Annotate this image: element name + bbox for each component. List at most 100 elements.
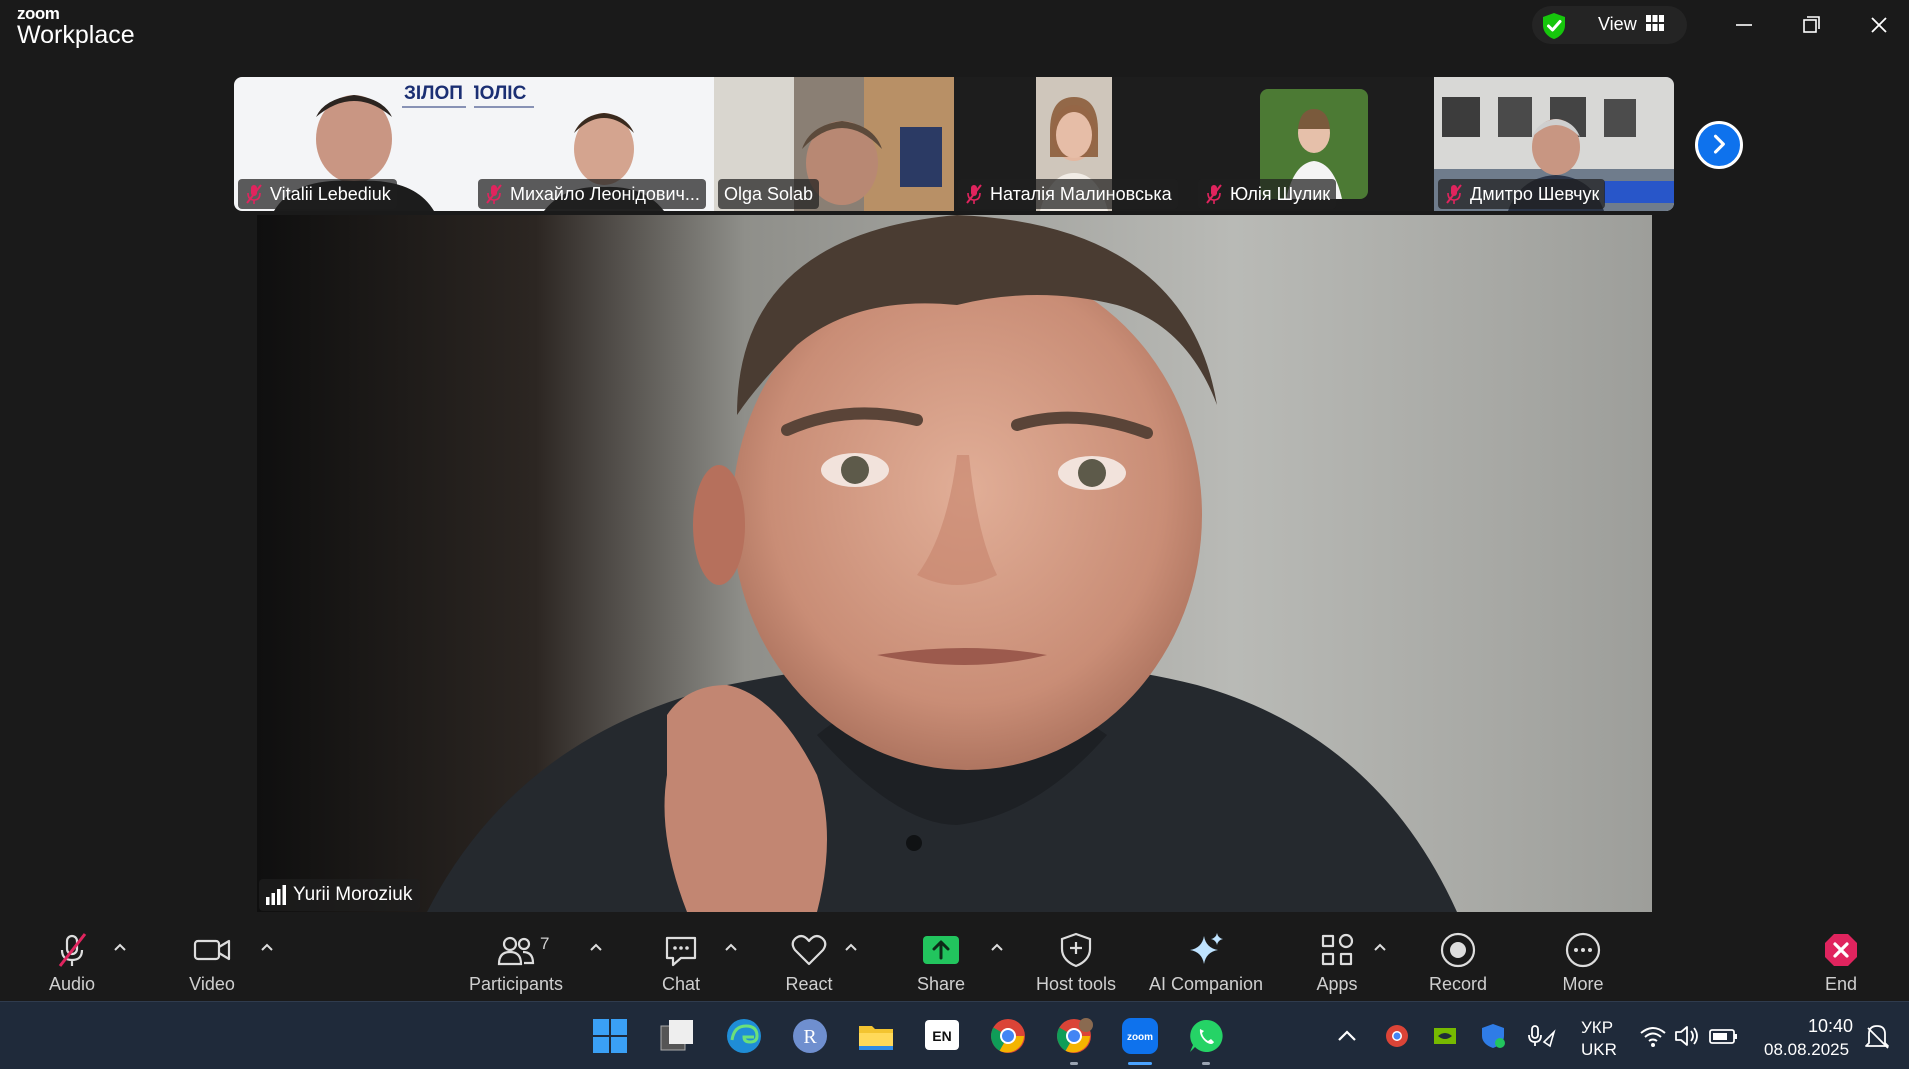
running-indicator — [1202, 1062, 1210, 1065]
windows-start-icon[interactable] — [590, 1016, 630, 1056]
video-options-chevron-icon[interactable] — [260, 942, 274, 952]
wifi-icon[interactable] — [1636, 1016, 1670, 1056]
chat-icon — [665, 936, 697, 967]
file-explorer-icon[interactable] — [856, 1016, 896, 1056]
chrome-profile-icon[interactable] — [1054, 1016, 1094, 1056]
running-indicator — [1070, 1062, 1078, 1065]
zoom-app-icon[interactable]: zoom — [1120, 1016, 1160, 1056]
task-view-icon[interactable] — [657, 1016, 697, 1056]
share-options-chevron-icon[interactable] — [990, 942, 1004, 952]
participants-count: 7 — [540, 934, 550, 953]
nvidia-tray-icon[interactable] — [1428, 1016, 1462, 1056]
audio-button[interactable]: Audio — [36, 930, 108, 1000]
speaker-video-frame — [257, 215, 1652, 912]
app-logo: zoom Workplace — [17, 5, 135, 48]
more-button[interactable]: More — [1548, 930, 1618, 1000]
participant-name-tag: Наталія Малиновська — [958, 179, 1178, 209]
participant-name: Михайло Леонідович... — [510, 184, 700, 204]
keyboard-lang-app-icon[interactable]: EN — [922, 1016, 962, 1056]
audio-label: Audio — [48, 974, 96, 994]
participant-name-tag: Vitalii Lebediuk — [238, 179, 397, 209]
zoom-meeting-window: zoom Workplace View ЗІЛОП Vitalii Lebedi… — [0, 0, 1909, 1069]
apps-options-chevron-icon[interactable] — [1373, 942, 1387, 952]
video-label: Video — [189, 974, 235, 994]
restore-icon[interactable] — [1791, 10, 1831, 40]
next-page-button[interactable] — [1695, 121, 1743, 169]
clock-time[interactable]: 10:40 — [1808, 1016, 1853, 1037]
input-language-top[interactable]: УКР — [1581, 1018, 1613, 1038]
end-icon — [1825, 934, 1857, 966]
active-speaker-name: Yurii Moroziuk — [293, 884, 413, 905]
apps-button[interactable]: Apps — [1302, 930, 1372, 1000]
apps-label: Apps — [1316, 974, 1358, 994]
clock-date[interactable]: 08.08.2025 — [1764, 1040, 1849, 1060]
edge-browser-icon[interactable] — [724, 1016, 764, 1056]
share-label: Share — [916, 974, 966, 994]
participant-name: Olga Solab — [724, 184, 814, 204]
end-meeting-button[interactable]: End — [1806, 930, 1876, 1000]
participant-name: Дмитро Шевчук — [1470, 184, 1600, 204]
security-tray-icon[interactable] — [1476, 1016, 1510, 1056]
whatsapp-icon[interactable] — [1186, 1016, 1226, 1056]
grid-icon[interactable] — [1646, 15, 1664, 31]
participant-name: Наталія Малиновська — [990, 184, 1172, 204]
participant-name: Юлія Шулик — [1230, 184, 1331, 204]
record-icon — [1440, 932, 1476, 968]
participants-options-chevron-icon[interactable] — [589, 942, 603, 952]
participant-tile[interactable]: ЗІЛОП Vitalii Lebediuk — [234, 77, 474, 211]
encryption-shield-icon[interactable] — [1541, 12, 1567, 40]
react-button[interactable]: React — [774, 930, 844, 1000]
ai-companion-button[interactable]: AI Companion — [1144, 930, 1268, 1000]
record-label: Record — [1428, 974, 1488, 994]
active-speaker-name-tag: Yurii Moroziuk — [259, 879, 421, 911]
view-label[interactable]: View — [1598, 14, 1637, 35]
notifications-icon[interactable] — [1860, 1016, 1894, 1056]
zoom-badge: zoom — [1127, 1032, 1153, 1043]
more-label: More — [1562, 974, 1604, 994]
minimize-icon[interactable] — [1724, 10, 1764, 40]
participants-button[interactable]: Participants — [466, 930, 566, 1000]
chrome-icon[interactable] — [988, 1016, 1028, 1056]
banner-text-left: ЗІЛОП — [404, 83, 463, 104]
muted-mic-icon — [966, 184, 982, 204]
meeting-toolbar: Audio Video Participants 7 Chat React Sh… — [0, 912, 1909, 1001]
battery-icon[interactable] — [1706, 1016, 1740, 1056]
participant-name: Vitalii Lebediuk — [270, 184, 391, 204]
muted-mic-icon — [486, 184, 502, 204]
share-button[interactable]: Share — [906, 930, 976, 1000]
banner-text-right: ПОЛІС — [474, 83, 527, 104]
participant-name-tag: Юлія Шулик — [1198, 179, 1337, 209]
participants-label: Participants — [468, 974, 564, 994]
chrome-tray-icon[interactable] — [1380, 1016, 1414, 1056]
active-indicator — [1128, 1062, 1152, 1065]
chat-options-chevron-icon[interactable] — [724, 942, 738, 952]
chat-button[interactable]: Chat — [646, 930, 716, 1000]
shield-icon — [1060, 932, 1092, 968]
react-options-chevron-icon[interactable] — [844, 942, 858, 952]
r-app-icon[interactable]: R — [790, 1016, 830, 1056]
host-tools-button[interactable]: Host tools — [1028, 930, 1124, 1000]
os-taskbar: R EN zoom УКР UKR 10:40 08.08.2025 — [0, 1001, 1909, 1069]
camera-icon — [193, 939, 231, 961]
close-icon[interactable] — [1859, 10, 1899, 40]
volume-icon[interactable] — [1670, 1016, 1704, 1056]
microphone-tray-icon[interactable] — [1524, 1016, 1558, 1056]
participant-tile[interactable]: Наталія Малиновська — [954, 77, 1194, 211]
show-hidden-icons-chevron-icon[interactable] — [1330, 1016, 1364, 1056]
chat-label: Chat — [661, 974, 701, 994]
more-icon — [1565, 932, 1601, 968]
participant-tile[interactable]: ПОЛІС Михайло Леонідович... — [474, 77, 714, 211]
participants-icon — [497, 936, 535, 966]
participant-name-tag: Михайло Леонідович... — [478, 179, 706, 209]
active-speaker-video[interactable]: Yurii Moroziuk — [257, 215, 1652, 912]
participant-tile[interactable]: Olga Solab — [714, 77, 954, 211]
participant-tile[interactable]: Дмитро Шевчук — [1434, 77, 1674, 211]
share-screen-icon — [923, 936, 959, 964]
participant-strip: ЗІЛОП Vitalii Lebediuk ПОЛІС — [234, 77, 1674, 211]
video-button[interactable]: Video — [176, 930, 248, 1000]
sparkle-icon — [1190, 933, 1223, 964]
audio-options-chevron-icon[interactable] — [113, 942, 127, 952]
participant-tile[interactable]: Юлія Шулик — [1194, 77, 1434, 211]
input-language-bottom[interactable]: UKR — [1581, 1040, 1617, 1060]
record-button[interactable]: Record — [1423, 930, 1493, 1000]
